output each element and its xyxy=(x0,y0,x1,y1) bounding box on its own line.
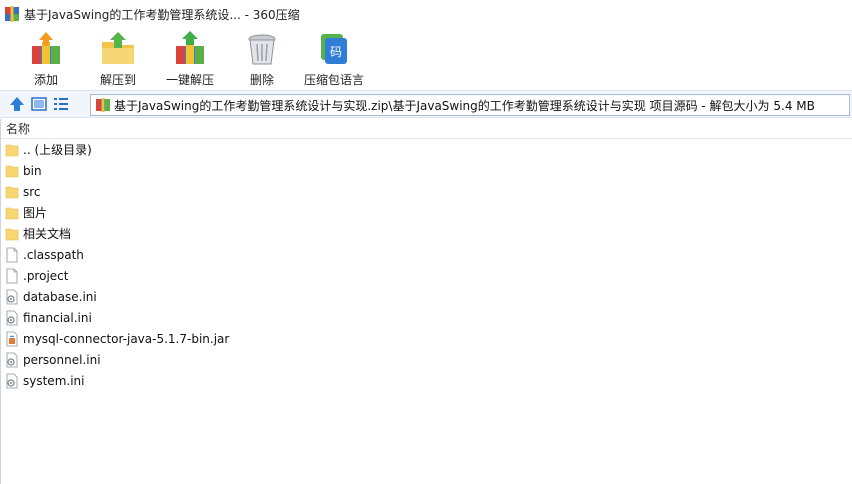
item-name: mysql-connector-java-5.1.7-bin.jar xyxy=(23,331,230,346)
svg-text:码: 码 xyxy=(330,45,342,59)
item-name: 相关文档 xyxy=(23,227,72,241)
item-name: .classpath xyxy=(23,247,84,262)
column-header-name[interactable]: 名称 xyxy=(0,119,852,139)
item-name: system.ini xyxy=(23,373,85,388)
column-header-label: 名称 xyxy=(6,122,31,136)
one-click-extract-icon xyxy=(176,31,204,64)
java-archive-icon xyxy=(6,331,18,346)
trash-icon xyxy=(248,34,276,65)
zip-file-icon xyxy=(96,98,110,112)
up-folder-button[interactable] xyxy=(6,93,28,115)
item-name: .. (上级目录) xyxy=(23,143,92,157)
extract-to-icon xyxy=(102,32,134,64)
title-bar: 基于JavaSwing的工作考勤管理系统设... - 360压缩 xyxy=(0,0,852,28)
file-icon xyxy=(6,268,18,283)
thumbnail-view-button[interactable] xyxy=(28,93,50,115)
path-field[interactable]: 基于JavaSwing的工作考勤管理系统设计与实现.zip\基于JavaSwin… xyxy=(90,94,850,116)
list-item[interactable]: 相关文档 xyxy=(0,223,852,244)
list-item[interactable]: personnel.ini xyxy=(0,349,852,370)
add-label: 添加 xyxy=(33,73,58,87)
list-item[interactable]: bin xyxy=(0,160,852,181)
list-item[interactable]: 图片 xyxy=(0,202,852,223)
folder-icon xyxy=(5,165,19,177)
list-item[interactable]: financial.ini xyxy=(0,307,852,328)
folder-icon xyxy=(5,207,19,219)
add-button[interactable]: 添加 xyxy=(10,28,82,90)
one-click-extract-label: 一键解压 xyxy=(165,73,214,87)
extract-to-label: 解压到 xyxy=(99,73,136,87)
settings-file-icon xyxy=(6,373,18,388)
path-text: 基于JavaSwing的工作考勤管理系统设计与实现.zip\基于JavaSwin… xyxy=(114,98,815,113)
one-click-extract-button[interactable]: 一键解压 xyxy=(154,28,226,90)
folder-icon xyxy=(5,186,19,198)
file-icon xyxy=(6,247,18,262)
settings-file-icon xyxy=(6,310,18,325)
list-item[interactable]: system.ini xyxy=(0,370,852,391)
archive-app-icon xyxy=(5,6,19,22)
address-bar: 基于JavaSwing的工作考勤管理系统设计与实现.zip\基于JavaSwin… xyxy=(0,90,852,118)
item-name: .project xyxy=(23,268,69,283)
delete-button[interactable]: 删除 xyxy=(226,28,298,90)
encoding-icon: 码 xyxy=(321,34,347,64)
list-item[interactable]: database.ini xyxy=(0,286,852,307)
list-item-parent-directory[interactable]: .. (上级目录) xyxy=(0,139,852,160)
thumbnail-view-icon xyxy=(31,97,47,111)
settings-file-icon xyxy=(6,352,18,367)
extract-to-button[interactable]: 解压到 xyxy=(82,28,154,90)
list-item[interactable]: src xyxy=(0,181,852,202)
folder-icon xyxy=(5,228,19,240)
file-list: .. (上级目录) bin src 图片 相关文档 .classpath .pr… xyxy=(0,139,852,391)
list-item[interactable]: .classpath xyxy=(0,244,852,265)
window-title: 基于JavaSwing的工作考勤管理系统设... - 360压缩 xyxy=(24,7,300,22)
arrow-up-icon xyxy=(10,97,24,111)
list-item[interactable]: .project xyxy=(0,265,852,286)
item-name: src xyxy=(23,184,41,199)
item-name: database.ini xyxy=(23,289,97,304)
item-name: financial.ini xyxy=(23,310,92,325)
item-name: 图片 xyxy=(23,206,48,220)
settings-file-icon xyxy=(6,289,18,304)
folder-icon xyxy=(5,144,19,156)
list-view-button[interactable] xyxy=(50,93,72,115)
delete-label: 删除 xyxy=(249,73,274,87)
archive-language-button[interactable]: 码 压缩包语言 xyxy=(298,28,370,90)
archive-language-label: 压缩包语言 xyxy=(303,73,364,87)
add-archive-icon xyxy=(32,32,60,64)
list-item[interactable]: mysql-connector-java-5.1.7-bin.jar xyxy=(0,328,852,349)
item-name: bin xyxy=(23,163,42,178)
item-name: personnel.ini xyxy=(23,352,101,367)
toolbar: 添加 解压到 一键解压 删除 码 压缩包语言 xyxy=(0,28,852,90)
list-view-icon xyxy=(54,98,68,110)
